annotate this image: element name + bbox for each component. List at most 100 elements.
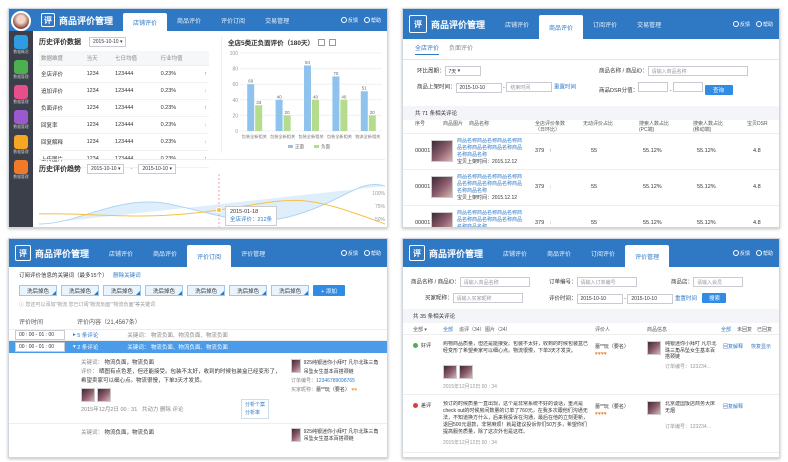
reply-all[interactable]: 全部 (721, 326, 731, 333)
name-input[interactable]: 请输入商品名称 (459, 277, 530, 287)
review-photo[interactable] (459, 365, 473, 379)
product-name[interactable]: 商品名称商品名称商品名称商品名称商品名称商品名称商品名称商品名称 (457, 138, 525, 159)
tab-follow-up[interactable]: 追评（34） (459, 326, 485, 333)
tab-review-subscribe[interactable]: 评价订阅 (211, 9, 255, 31)
shop-input[interactable]: 请输入会员 (693, 277, 744, 287)
tab-product-review[interactable]: 商品评价 (539, 15, 584, 39)
keyword-chip[interactable]: 洗后掉色 (19, 285, 58, 296)
restore-display-link[interactable]: 恢复显示 (751, 343, 771, 350)
feedback-link[interactable]: 反馈 (732, 250, 750, 257)
bar[interactable] (247, 84, 255, 131)
table-row[interactable]: 00001 商品名称商品名称商品名称商品名称商品名称商品名称商品名称商品名称宝贝上… (403, 170, 779, 206)
keyword-chip[interactable]: 洗后掉色 (187, 285, 226, 296)
bar[interactable] (255, 105, 263, 131)
bar[interactable] (340, 99, 348, 131)
keyword-chip[interactable]: 洗后掉色 (229, 285, 268, 296)
subtab-all[interactable]: 全店评价 (415, 43, 440, 55)
cycle-select[interactable]: 7天 ▾ (444, 66, 481, 76)
help-link[interactable]: 帮助 (755, 21, 773, 28)
bar[interactable] (312, 99, 319, 131)
tab-all[interactable]: 全部 (443, 326, 453, 333)
sidebar-item[interactable]: 数据概况 (9, 35, 33, 55)
feedback-link[interactable]: 反馈 (732, 21, 750, 28)
search-button[interactable]: 搜索 (702, 293, 727, 303)
subtab-negative[interactable]: 负面评价 (449, 43, 473, 55)
feedback-link[interactable]: 反馈 (340, 17, 358, 24)
tab-shop-review[interactable]: 店铺评价 (493, 239, 537, 267)
sidebar-item[interactable]: 数据管理 (9, 160, 33, 180)
reset-time-link[interactable]: 重置时间 (675, 296, 697, 302)
bar[interactable] (360, 91, 368, 131)
tab-shop-review[interactable]: 店铺评价 (495, 9, 539, 39)
tab-images[interactable]: 图片（24） (485, 326, 511, 333)
date-to[interactable]: 2015-10-10 (627, 294, 674, 304)
help-link[interactable]: 帮助 (363, 250, 381, 257)
tab-review-manage[interactable]: 评价管理 (625, 245, 670, 267)
date-from[interactable]: 2015-10-10 (576, 294, 623, 304)
filter-all-select[interactable]: 全部 ▾ (413, 326, 427, 333)
trend-date-from[interactable]: 2015-10-10 ▾ (87, 164, 125, 174)
sidebar-item[interactable]: 数据管理 (9, 60, 33, 80)
keyword-chip[interactable]: 洗后掉色 (103, 285, 142, 296)
review-photo[interactable] (96, 388, 111, 402)
chart-type-icon-2[interactable] (328, 38, 336, 46)
product-name[interactable]: 商品名称商品名称商品名称商品名称商品名称商品名称商品名称商品名称 (457, 174, 525, 195)
tab-product-review[interactable]: 商品评价 (143, 239, 187, 267)
expand-icon[interactable]: ▸ (73, 332, 76, 338)
review-photo[interactable] (81, 388, 95, 402)
analyze-rate-item[interactable]: 分析率 (245, 409, 265, 417)
date-to[interactable]: 结束时间 (506, 82, 553, 92)
tab-review-manage[interactable]: 评价管理 (231, 239, 275, 267)
keyword-chip[interactable]: 洗后掉色 (145, 285, 184, 296)
tab-review-subscribe[interactable]: 订阅评价 (583, 9, 627, 39)
group-row-active[interactable]: 00 : 00 - 01 : 00 ▾ 2 条评论 关键词： 物流负面、物流负面… (9, 341, 387, 353)
order-input[interactable]: 请输入订单编号 (576, 277, 637, 287)
table-row[interactable]: 00001 商品名称商品名称商品名称商品名称商品名称商品名称商品名称商品名称宝贝上… (403, 134, 779, 170)
keyword-chip[interactable]: 洗后掉色 (61, 285, 100, 296)
order-number[interactable]: 12346789098765 (316, 378, 355, 384)
keyword-chip[interactable]: 洗后掉色 (271, 285, 310, 296)
product-name[interactable]: 商品名称商品名称商品名称商品名称商品名称商品名称商品名称商品名称 (457, 210, 525, 227)
chart-type-icon[interactable] (317, 38, 325, 46)
help-link[interactable]: 帮助 (363, 17, 381, 24)
tab-trade-manage[interactable]: 交易管理 (255, 9, 299, 31)
tab-review-subscribe[interactable]: 评价订阅 (187, 245, 232, 267)
sidebar-item[interactable]: 数据管理 (9, 110, 33, 130)
dsr-min[interactable] (638, 82, 669, 92)
bar[interactable] (283, 115, 291, 131)
sidebar-item[interactable]: 数据管理 (9, 135, 33, 155)
review-photo[interactable] (443, 365, 457, 379)
date-from[interactable]: 2015-10-10 (455, 82, 502, 93)
bar[interactable] (275, 99, 283, 131)
bar[interactable] (332, 76, 340, 131)
tab-trade-manage[interactable]: 交易管理 (627, 9, 671, 39)
trend-date-to[interactable]: 2015-10-10 ▾ (138, 164, 176, 174)
tab-shop-review[interactable]: 店铺评价 (123, 13, 168, 31)
history-date-select[interactable]: 2015-10-10 ▾ (89, 37, 127, 47)
feedback-link[interactable]: 反馈 (340, 250, 358, 257)
reply-none[interactable]: 未回复 (737, 326, 752, 333)
product-thumb[interactable] (431, 176, 453, 198)
help-link[interactable]: 帮助 (755, 250, 773, 257)
reply-explain-link[interactable]: 回复解释 (723, 403, 743, 410)
product-thumb[interactable] (431, 212, 453, 227)
tab-product-review[interactable]: 商品评价 (537, 239, 581, 267)
collapse-icon[interactable]: ▾ (73, 344, 76, 350)
table-row[interactable]: 00001 商品名称商品名称商品名称商品名称商品名称商品名称商品名称商品名称宝贝上… (403, 206, 779, 227)
dsr-max[interactable] (673, 82, 704, 92)
query-button[interactable]: 查询 (704, 85, 733, 95)
bar[interactable] (368, 115, 376, 131)
name-input[interactable]: 请输入商品名称 (647, 66, 748, 76)
group-row[interactable]: 00 : 00 - 01 : 00 ▸ 5 条评论 关键词： 物流负面、物流负面… (9, 330, 387, 341)
analyze-case-item[interactable]: 分析个案 (245, 401, 265, 409)
buyer-input[interactable]: 请输入买家昵称 (452, 293, 523, 303)
reset-time-link[interactable]: 重置时间 (554, 85, 576, 91)
add-keyword-button[interactable]: + 添加 (313, 285, 345, 296)
reply-explain-link[interactable]: 回复解释 (723, 343, 743, 350)
bar[interactable] (304, 65, 311, 131)
sidebar-item[interactable]: 数据管理 (9, 85, 33, 105)
tab-review-subscribe[interactable]: 订阅评价 (581, 239, 625, 267)
tab-shop-review[interactable]: 店铺评价 (99, 239, 143, 267)
avatar[interactable] (11, 11, 31, 31)
reply-done[interactable]: 已回复 (757, 326, 772, 333)
